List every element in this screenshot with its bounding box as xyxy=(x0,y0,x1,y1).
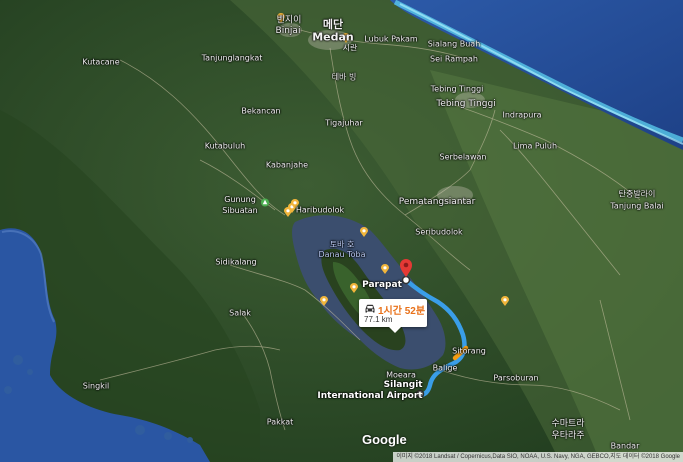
label-parsoburan: Parsoburan xyxy=(493,373,539,383)
label-lima-puluh: Lima Puluh xyxy=(512,141,558,151)
label-kutacane: Kutacane xyxy=(82,57,120,67)
label-binjai-korean: 빈지이 xyxy=(276,15,302,26)
label-singkil: Singkil xyxy=(82,381,110,391)
label-serbelawan: Serbelawan xyxy=(439,152,487,162)
route-distance: 77.1 km xyxy=(364,315,393,324)
label-pakkat: Pakkat xyxy=(266,417,294,427)
poi-pin-icon[interactable] xyxy=(349,283,359,293)
label-seribudolok: Seribudolok xyxy=(415,227,463,237)
destination-pin-icon[interactable] xyxy=(400,259,412,277)
park-icon[interactable] xyxy=(260,198,270,207)
label-bandar: Bandar xyxy=(610,441,640,451)
label-tanjung-balai-korean: 탄중발라이 xyxy=(618,189,656,199)
label-sialang-buah: Sialang Buah xyxy=(427,39,481,49)
poi-pin-icon[interactable] xyxy=(500,296,510,306)
label-tigajuhar: Tigajuhar xyxy=(325,118,363,128)
poi-pin-icon[interactable] xyxy=(380,264,390,274)
label-pematangsiantar: Pematangsiantar xyxy=(398,197,476,207)
map-attribution[interactable]: 이미지 ©2018 Landsat / Copernicus,Data SIO,… xyxy=(393,452,683,462)
label-balige: Balige xyxy=(432,363,458,373)
label-haribudolok: Haribudolok xyxy=(295,205,345,215)
origin-marker[interactable] xyxy=(401,275,411,285)
label-gunung-sibuatan: Gunung Sibuatan xyxy=(222,195,258,215)
poi-pin-icon[interactable] xyxy=(359,227,369,237)
label-parapat: Parapat xyxy=(362,280,402,290)
label-sumatra-utara: 수마트라 우타라주 xyxy=(551,419,585,441)
label-tanjunglangkat: Tanjunglangkat xyxy=(201,53,263,63)
label-bekancan: Bekancan xyxy=(241,106,281,116)
poi-pin-icon[interactable] xyxy=(319,296,329,306)
car-icon xyxy=(365,304,375,313)
label-moeara: Moeara xyxy=(386,370,416,380)
label-silangit-airport: Silangit International Airport xyxy=(317,380,423,401)
label-indrapura: Indrapura xyxy=(502,110,542,120)
label-kutabuluh: Kutabuluh xyxy=(204,141,246,151)
label-danau-toba: 토바 호 Danau Toba xyxy=(318,240,366,259)
label-sei-rampah: Sei Rampah xyxy=(430,54,478,64)
label-tanjung-balai: Tanjung Balai xyxy=(610,201,664,211)
label-tebing-korean: 테바 빙 xyxy=(331,72,357,82)
label-tebing-tinggi-1: Tebing Tinggi xyxy=(430,84,484,94)
label-kabanjahe: Kabanjahe xyxy=(265,160,309,170)
label-binjai: Binjai xyxy=(275,26,301,36)
label-siantar-korean: 시란 xyxy=(342,43,358,53)
label-sidikalang: Sidikalang xyxy=(215,257,257,267)
label-lubuk-pakam: Lubuk Pakam xyxy=(364,34,418,44)
label-salak: Salak xyxy=(229,308,251,318)
label-sitorang: Sitorang xyxy=(452,346,486,356)
google-logo: Google xyxy=(362,432,407,447)
map-canvas[interactable]: 빈지이 Binjai 메단 Medan Lubuk Pakam Kutacane… xyxy=(0,0,683,462)
label-tebing-tinggi-2: Tebing Tinggi xyxy=(436,99,496,109)
route-info-callout[interactable]: 1시간 52분 77.1 km xyxy=(359,299,427,333)
